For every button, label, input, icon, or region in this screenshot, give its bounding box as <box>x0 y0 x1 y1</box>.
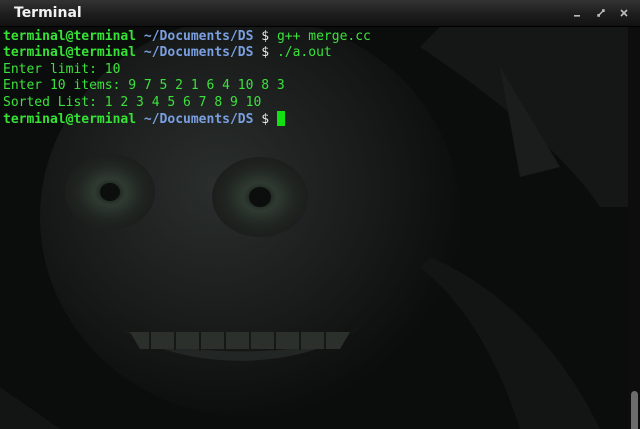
prompt-user: terminal@terminal <box>3 111 137 127</box>
prompt-path: ~/Documents/DS <box>143 111 254 127</box>
prompt-path: ~/Documents/DS <box>143 29 254 44</box>
prompt-symbol: $ <box>261 45 270 61</box>
terminal-line-output: Enter limit: 10 <box>3 61 121 77</box>
prompt-user: terminal@terminal <box>3 29 137 44</box>
vertical-scrollbar[interactable] <box>628 27 640 429</box>
terminal-line-output: Sorted List: 1 2 3 4 5 6 7 8 9 10 <box>3 94 262 110</box>
scrollbar-thumb[interactable] <box>631 391 638 429</box>
terminal-window: Terminal terminal@terminal ~/Documents/D… <box>0 0 640 429</box>
terminal-line-prompt: terminal@terminal ~/Documents/DS $ g++ m… <box>3 29 626 45</box>
terminal-output[interactable]: terminal@terminal ~/Documents/DS $ g++ m… <box>3 29 626 429</box>
command-text: g++ merge.cc <box>276 29 371 44</box>
prompt-symbol: $ <box>261 29 270 44</box>
terminal-line-prompt: terminal@terminal ~/Documents/DS $ ./a.o… <box>3 45 626 61</box>
window-title: Terminal <box>14 5 82 21</box>
prompt-path: ~/Documents/DS <box>143 45 254 61</box>
maximize-icon[interactable] <box>594 6 608 20</box>
minimize-icon[interactable] <box>570 6 584 20</box>
prompt-user: terminal@terminal <box>3 45 137 61</box>
text-cursor <box>276 110 285 126</box>
prompt-symbol: $ <box>261 111 270 127</box>
terminal-line-prompt[interactable]: terminal@terminal ~/Documents/DS $ <box>3 110 626 127</box>
close-icon[interactable] <box>617 6 631 20</box>
command-text: ./a.out <box>276 45 332 61</box>
terminal-line-output: Enter 10 items: 9 7 5 2 1 6 4 10 8 3 <box>3 78 285 94</box>
title-bar[interactable]: Terminal <box>0 0 640 27</box>
